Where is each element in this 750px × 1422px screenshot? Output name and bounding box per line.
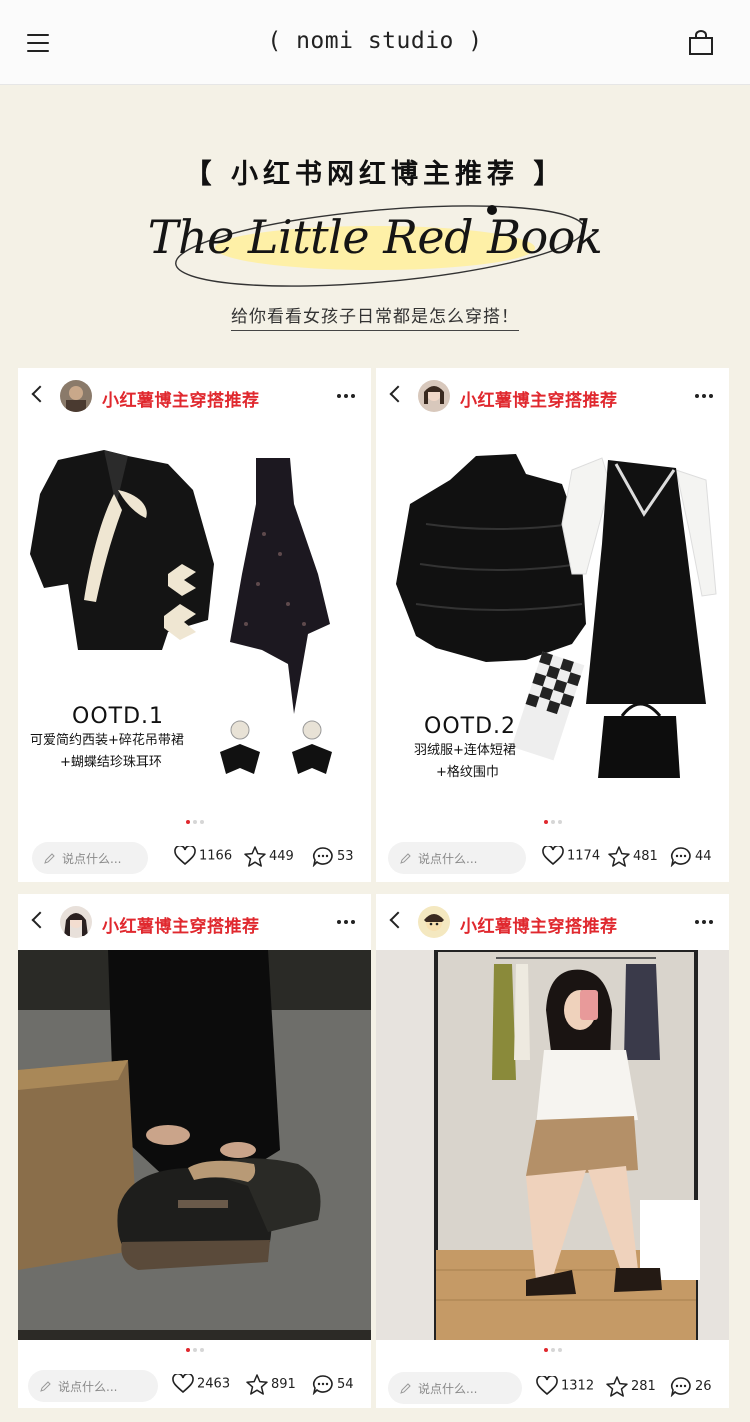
comment-button[interactable]: 54 (312, 1374, 354, 1396)
carousel-dots (376, 820, 729, 824)
avatar[interactable] (60, 906, 92, 938)
comment-icon (312, 1375, 333, 1396)
card-header: 小红薯博主穿搭推荐 (376, 368, 729, 424)
favorite-button[interactable]: 891 (246, 1374, 296, 1395)
avatar[interactable] (418, 380, 450, 412)
pencil-icon (44, 853, 55, 864)
pencil-icon (400, 1383, 411, 1394)
pencil-icon (400, 853, 411, 864)
comment-icon (670, 1377, 691, 1398)
pencil-icon (40, 1381, 51, 1392)
more-icon[interactable] (692, 394, 713, 398)
comment-input[interactable]: 说点什么... (32, 842, 148, 874)
favorite-button[interactable]: 449 (244, 846, 294, 867)
outfit-caption: OOTD.2 羽绒服+连体短裙 +格纹围巾 (414, 714, 517, 781)
like-button[interactable]: 2463 (172, 1372, 230, 1394)
mirror-selfie-photo (376, 950, 729, 1340)
card-footer: 说点什么... 1174 481 44 (376, 842, 729, 878)
outfit-caption: OOTD.1 可爱简约西装+碎花吊带裙 +蝴蝶结珍珠耳环 (30, 704, 184, 771)
like-button[interactable]: 1166 (174, 844, 232, 866)
card-header: 小红薯博主穿搭推荐 (376, 894, 729, 950)
like-button[interactable]: 1312 (536, 1374, 594, 1396)
comment-icon (670, 847, 691, 868)
carousel-dots (18, 1348, 371, 1352)
card-title: 小红薯博主穿搭推荐 (102, 917, 260, 937)
star-icon (606, 1376, 628, 1397)
hero-banner: The Little Red Book (140, 196, 610, 292)
avatar[interactable] (60, 380, 92, 412)
heart-icon (174, 844, 196, 866)
heart-icon (542, 844, 564, 866)
like-button[interactable]: 1174 (542, 844, 600, 866)
shoes-photo (18, 950, 371, 1340)
hero-title-cn: 【 小红书网红博主推荐 】 (184, 159, 566, 190)
comment-icon (312, 847, 333, 868)
card-header: 小红薯博主穿搭推荐 (18, 368, 371, 424)
more-icon[interactable] (692, 920, 713, 924)
more-icon[interactable] (334, 394, 355, 398)
favorite-button[interactable]: 481 (608, 846, 658, 867)
heart-icon (172, 1372, 194, 1394)
brand-logo[interactable]: ( nomi studio ) (0, 28, 750, 54)
post-card-2[interactable]: 小红薯博主穿搭推荐 OOTD.2 羽绒服+连体短裙 +格纹围巾 说点什么... … (376, 368, 729, 882)
card-footer: 说点什么... 2463 891 54 (18, 1370, 371, 1406)
heart-icon (536, 1374, 558, 1396)
post-card-3[interactable]: 小红薯博主穿搭推荐 说点什么... 2463 891 54 (18, 894, 371, 1408)
star-icon (246, 1374, 268, 1395)
post-card-1[interactable]: 小红薯博主穿搭推荐 OOTD.1 可爱简约西装+碎花吊带裙 +蝴蝶结珍珠耳环 说… (18, 368, 371, 882)
hero-title-en: The Little Red Book (147, 210, 603, 264)
post-card-4[interactable]: 小红薯博主穿搭推荐 说点什么... 1312 281 26 (376, 894, 729, 1408)
star-icon (608, 846, 630, 867)
card-header: 小红薯博主穿搭推荐 (18, 894, 371, 950)
card-footer: 说点什么... 1312 281 26 (376, 1372, 729, 1408)
favorite-button[interactable]: 281 (606, 1376, 656, 1397)
comment-input[interactable]: 说点什么... (28, 1370, 158, 1402)
card-footer: 说点什么... 1166 449 53 (18, 842, 371, 878)
top-bar: ( nomi studio ) (0, 0, 750, 85)
more-icon[interactable] (334, 920, 355, 924)
star-icon (244, 846, 266, 867)
comment-input[interactable]: 说点什么... (388, 1372, 522, 1404)
card-title: 小红薯博主穿搭推荐 (460, 391, 618, 411)
comment-button[interactable]: 44 (670, 846, 712, 868)
carousel-dots (18, 820, 371, 824)
comment-button[interactable]: 26 (670, 1376, 712, 1398)
card-title: 小红薯博主穿搭推荐 (102, 391, 260, 411)
back-icon[interactable] (389, 911, 407, 929)
back-icon[interactable] (31, 385, 49, 403)
hero-subtitle: 给你看看女孩子日常都是怎么穿搭！ (0, 302, 750, 331)
card-title: 小红薯博主穿搭推荐 (460, 917, 618, 937)
shopping-bag-icon[interactable] (688, 30, 714, 56)
back-icon[interactable] (31, 911, 49, 929)
carousel-dots (376, 1348, 729, 1352)
avatar[interactable] (418, 906, 450, 938)
back-icon[interactable] (389, 385, 407, 403)
comment-input[interactable]: 说点什么... (388, 842, 526, 874)
comment-button[interactable]: 53 (312, 846, 354, 868)
